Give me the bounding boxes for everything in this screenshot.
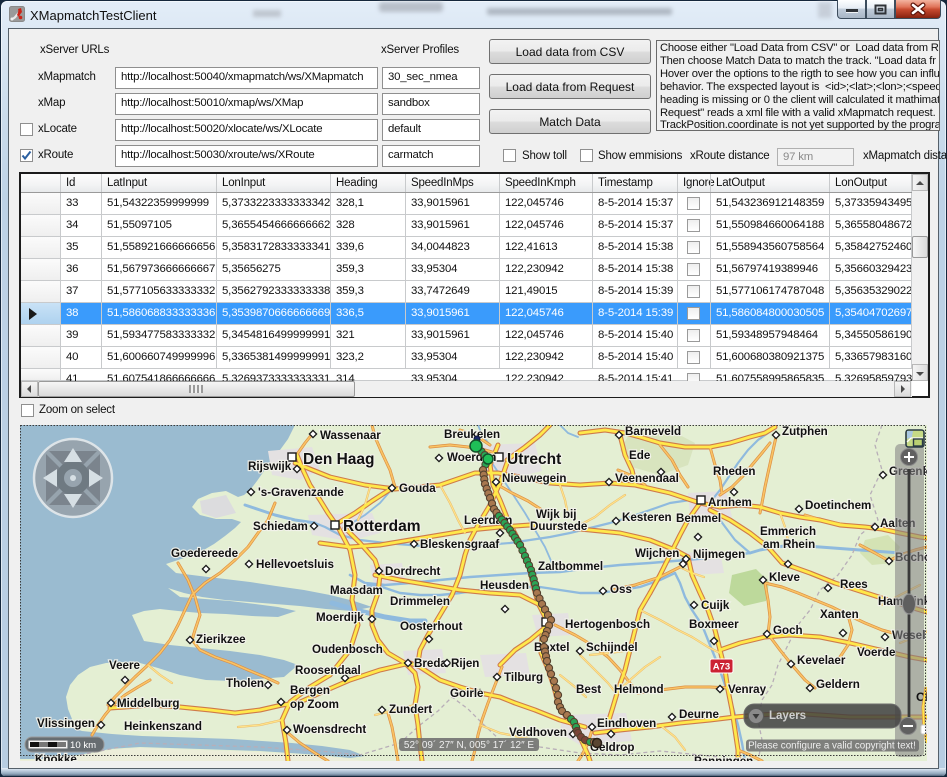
svg-text:Kleve: Kleve	[769, 571, 800, 584]
svg-text:Helmond: Helmond	[614, 683, 664, 696]
svg-text:Gouda: Gouda	[399, 482, 436, 495]
svg-text:Veldhoven: Veldhoven	[509, 726, 567, 739]
svg-text:op Zoom: op Zoom	[290, 698, 339, 711]
svg-text:Schijndel: Schijndel	[586, 641, 638, 654]
svg-text:Maasdam: Maasdam	[330, 584, 383, 597]
svg-text:Voerde: Voerde	[857, 646, 896, 659]
svg-text:Deurne: Deurne	[679, 708, 719, 721]
svg-text:Zundert: Zundert	[389, 703, 432, 716]
svg-text:Boxmeer: Boxmeer	[689, 618, 739, 631]
svg-text:Zaltbommel: Zaltbommel	[538, 560, 603, 573]
svg-text:Xanten: Xanten	[820, 608, 859, 621]
svg-text:Geldern: Geldern	[816, 678, 860, 691]
svg-text:Heusden: Heusden	[480, 579, 529, 592]
svg-text:Bemmel: Bemmel	[676, 512, 721, 525]
svg-text:Venray: Venray	[728, 683, 767, 696]
svg-text:Knokke: Knokke	[35, 753, 77, 761]
svg-text:Wijchen: Wijchen	[635, 547, 679, 560]
svg-text:Rijen: Rijen	[451, 657, 479, 670]
svg-text:Rheden: Rheden	[713, 465, 756, 478]
svg-text:Duurstede: Duurstede	[530, 520, 588, 533]
svg-text:Den Haag: Den Haag	[303, 451, 375, 468]
svg-text:Goirle: Goirle	[450, 687, 484, 700]
svg-text:Moerdijk: Moerdijk	[316, 611, 364, 624]
svg-text:Eindhoven: Eindhoven	[597, 717, 656, 730]
svg-text:Arnhem: Arnhem	[708, 496, 752, 509]
svg-text:52° 09´ 27″ N, 005° 17´ 12″ E: 52° 09´ 27″ N, 005° 17´ 12″ E	[404, 739, 534, 751]
svg-text:Tholen: Tholen	[226, 677, 264, 690]
svg-text:Dordrecht: Dordrecht	[385, 565, 441, 578]
svg-text:Tilburg: Tilburg	[504, 671, 543, 684]
svg-text:Nieuwegein: Nieuwegein	[502, 472, 566, 485]
svg-text:Layers: Layers	[769, 710, 806, 722]
svg-text:Kevelaer: Kevelaer	[797, 654, 846, 667]
svg-text:Goedereede: Goedereede	[171, 547, 239, 560]
svg-text:Breukelen: Breukelen	[444, 428, 500, 441]
svg-text:Oss: Oss	[610, 583, 632, 596]
svg-text:Zierikzee: Zierikzee	[196, 633, 246, 646]
svg-text:Hertogenbosch: Hertogenbosch	[565, 618, 650, 631]
svg-text:Emmerich: Emmerich	[760, 525, 816, 538]
svg-text:Ede: Ede	[629, 449, 651, 462]
svg-text:Zutphen: Zutphen	[782, 425, 828, 438]
svg-text:Barneveld: Barneveld	[625, 425, 681, 438]
svg-text:Please configure a valid copyr: Please configure a valid copyright text!	[748, 741, 916, 752]
svg-text:Schiedam: Schiedam	[253, 520, 308, 533]
svg-text:Cuijk: Cuijk	[701, 599, 730, 612]
svg-text:Bergen: Bergen	[290, 684, 330, 697]
svg-text:Roosendaal: Roosendaal	[295, 664, 361, 677]
svg-text:10 km: 10 km	[70, 740, 96, 751]
svg-text:'s-Gravenzande: 's-Gravenzande	[258, 486, 344, 499]
svg-text:Breda: Breda	[414, 657, 447, 670]
svg-text:Bleskensgraaf: Bleskensgraaf	[420, 538, 499, 551]
svg-text:Nijmegen: Nijmegen	[693, 548, 745, 561]
svg-text:Veere: Veere	[109, 659, 141, 672]
svg-text:A73: A73	[713, 662, 730, 673]
svg-text:am Rhein: am Rhein	[763, 538, 815, 551]
svg-text:Veenendaal: Veenendaal	[615, 472, 679, 485]
svg-text:Rotterdam: Rotterdam	[343, 518, 421, 535]
svg-text:Drimmelen: Drimmelen	[390, 595, 450, 608]
svg-text:Rijswijk: Rijswijk	[248, 460, 292, 473]
svg-text:Oudenbosch: Oudenbosch	[312, 643, 383, 656]
svg-text:Heinkenszand: Heinkenszand	[124, 720, 202, 733]
svg-text:Boxtel: Boxtel	[534, 641, 569, 654]
svg-text:Best: Best	[576, 683, 601, 696]
svg-text:Oosterhout: Oosterhout	[400, 620, 463, 633]
svg-text:Kesteren: Kesteren	[622, 511, 672, 524]
svg-text:Rees: Rees	[840, 578, 868, 591]
svg-text:Utrecht: Utrecht	[507, 451, 561, 468]
svg-text:Doetinchem: Doetinchem	[805, 499, 871, 512]
svg-text:Woensdrecht: Woensdrecht	[293, 723, 366, 736]
svg-text:Middelburg: Middelburg	[117, 697, 179, 710]
svg-text:Vlissingen: Vlissingen	[37, 717, 95, 730]
svg-text:Goch: Goch	[773, 624, 803, 637]
svg-text:Wassenaar: Wassenaar	[320, 429, 381, 442]
svg-text:Hellevoetsluis: Hellevoetsluis	[256, 558, 334, 571]
